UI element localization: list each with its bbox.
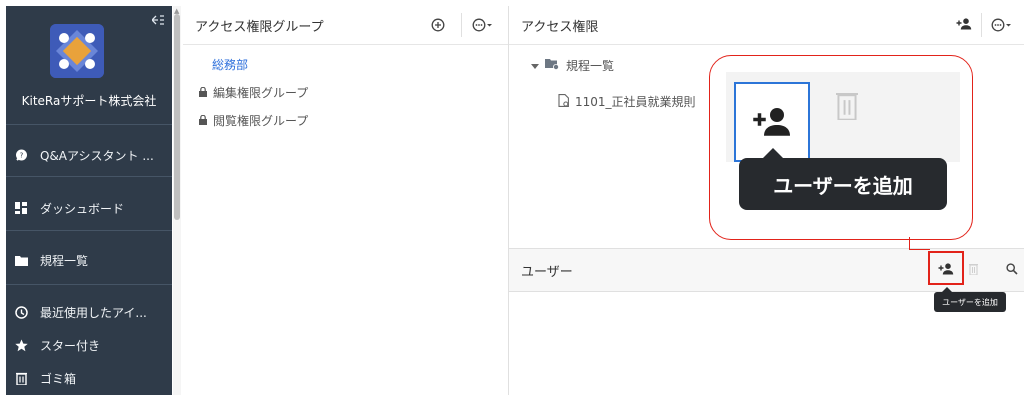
tree-item-view-group[interactable]: 閲覧権限グループ (199, 112, 308, 129)
zoom-tooltip: ユーザーを追加 (739, 148, 947, 210)
nav-item-qa-assistant[interactable]: ? Q&Aアシスタント ... (6, 143, 172, 167)
divider (981, 13, 982, 37)
nav-item-label: 規程一覧 (40, 253, 89, 268)
group-more-button[interactable] (472, 18, 494, 32)
divider (6, 284, 172, 285)
shared-folder-icon (545, 58, 560, 73)
more-options-icon (472, 18, 492, 32)
chat-icon: ? (14, 149, 28, 162)
zoom-callout: ユーザーを追加 (709, 55, 973, 240)
collapse-sidebar-icon[interactable] (151, 14, 164, 29)
add-user-highlight (928, 251, 964, 285)
more-options-icon (991, 18, 1011, 32)
search-icon (1006, 263, 1018, 275)
panel-title: ユーザー (521, 264, 573, 280)
caret-down-icon[interactable] (531, 59, 539, 73)
divider (6, 230, 172, 231)
lock-icon (199, 86, 207, 100)
panel-title: アクセス権限 (521, 19, 599, 35)
sidebar: KiteRaサポート株式会社 ? Q&Aアシスタント ... ダッシュボード 規… (6, 6, 172, 395)
permission-more-button[interactable] (991, 18, 1013, 32)
company-name: KiteRaサポート株式会社 (21, 94, 157, 108)
connector-line (909, 249, 930, 250)
zoom-trash-icon (836, 90, 858, 124)
file-tree-item[interactable]: 1101_正社員就業規則 (558, 93, 696, 110)
person-add-icon (753, 108, 790, 136)
divider (6, 124, 172, 125)
folder-icon (14, 255, 28, 266)
divider (461, 13, 462, 37)
lock-icon (199, 114, 207, 128)
file-label: 1101_正社員就業規則 (575, 95, 696, 109)
trash-icon (969, 264, 978, 275)
company-logo (50, 24, 104, 78)
person-add-icon (956, 18, 972, 30)
tree-item-label: 総務部 (212, 58, 249, 72)
nav-item-regulations[interactable]: 規程一覧 (6, 248, 172, 272)
dashboard-icon (14, 202, 28, 214)
tree-item-edit-group[interactable]: 編集権限グループ (199, 84, 308, 101)
access-group-panel: アクセス権限グループ 総務部 編集権限グループ 閲覧権限グループ (183, 6, 509, 395)
nav-item-label: 最近使用したアイ... (40, 305, 147, 320)
access-group-header: アクセス権限グループ (183, 6, 508, 45)
nav-item-label: スター付き (40, 338, 101, 353)
folder-tree-item[interactable]: 規程一覧 (531, 57, 614, 74)
search-user-button[interactable] (1006, 263, 1018, 275)
add-permission-user-button[interactable] (956, 18, 972, 30)
access-permission-header: アクセス権限 (509, 6, 1024, 45)
clock-icon (14, 305, 28, 319)
folder-label: 規程一覧 (566, 59, 615, 73)
document-icon (558, 93, 569, 110)
sidebar-scrollbar-thumb[interactable] (174, 14, 180, 220)
nav-item-label: Q&Aアシスタント ... (40, 148, 154, 163)
delete-user-button[interactable] (969, 263, 978, 275)
add-user-tooltip: ユーザーを追加 (934, 287, 1006, 312)
nav-item-label: ダッシュボード (40, 201, 125, 216)
panel-title: アクセス権限グループ (195, 19, 324, 35)
nav-item-recent[interactable]: 最近使用したアイ... (6, 300, 172, 324)
trash-icon (14, 372, 28, 385)
tree-item-general-affairs[interactable]: 総務部 (212, 56, 248, 73)
add-group-button[interactable] (431, 18, 445, 32)
divider (6, 176, 172, 177)
nav-item-starred[interactable]: スター付き (6, 333, 172, 357)
nav-item-label: ゴミ箱 (40, 371, 77, 386)
svg-text:?: ? (19, 151, 23, 159)
plus-circle-icon (431, 18, 445, 32)
tree-item-label: 閲覧権限グループ (213, 114, 309, 128)
zoom-toolbar (726, 72, 960, 162)
tree-item-label: 編集権限グループ (213, 86, 309, 100)
nav-item-dashboard[interactable]: ダッシュボード (6, 196, 172, 220)
nav-item-trash[interactable]: ゴミ箱 (6, 366, 172, 390)
star-icon (14, 339, 28, 352)
